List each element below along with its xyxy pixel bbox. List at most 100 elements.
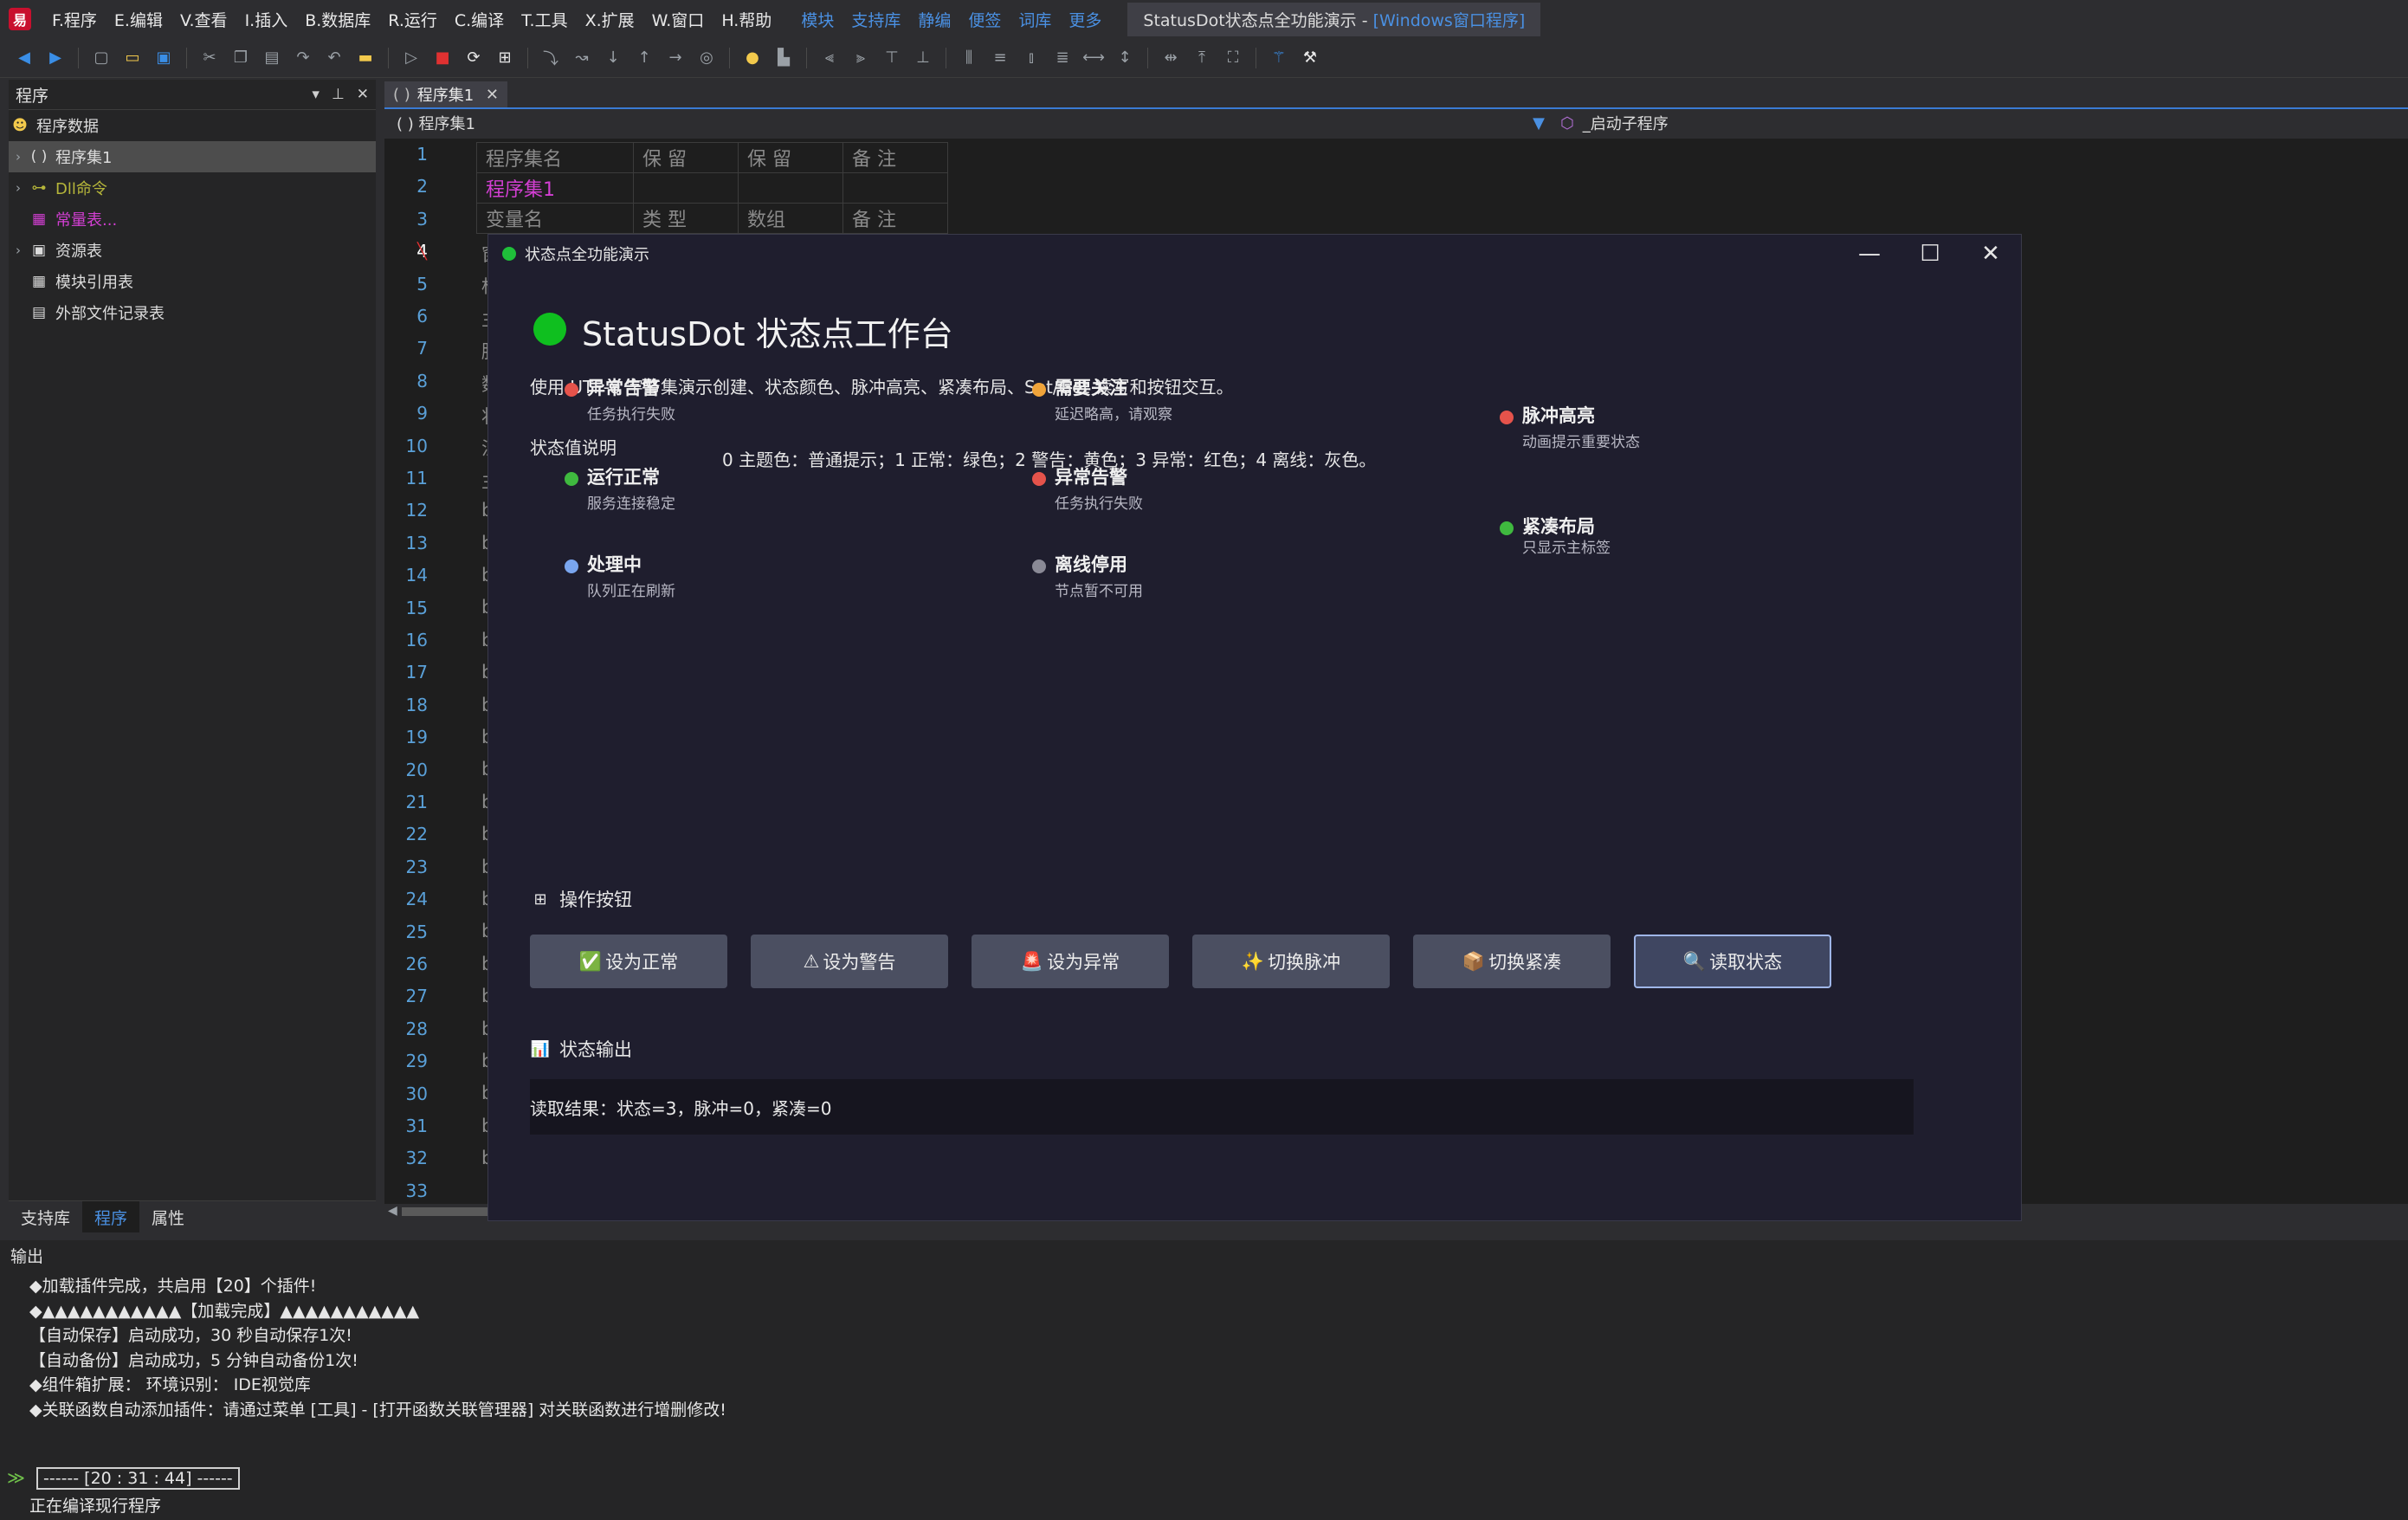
bookmark-icon[interactable]: ▙ (773, 48, 794, 68)
redo-icon[interactable]: ↷ (293, 48, 313, 68)
class-table-cell[interactable]: 数组 (738, 203, 843, 234)
tab-properties[interactable]: 属性 (139, 1201, 197, 1232)
menu-program[interactable]: F.程序 (43, 8, 106, 31)
align-right-icon[interactable]: ⫸ (850, 48, 871, 68)
tree-root[interactable]: ☻ 程序数据 (9, 110, 376, 141)
class-table-row[interactable]: 程序集名保 留保 留备 注 (476, 142, 948, 173)
align-left-icon[interactable]: ⫷ (819, 48, 840, 68)
chevron-right-icon[interactable]: › (9, 243, 28, 258)
link-notes[interactable]: 便签 (959, 8, 1010, 31)
set-normal-button[interactable]: ✅ 设为正常 (530, 935, 727, 988)
undo-icon[interactable]: ↶ (324, 48, 345, 68)
class-table-cell[interactable] (738, 172, 843, 204)
center-h-icon[interactable]: ⫾ (1021, 48, 1042, 68)
restart-icon[interactable]: ⟳ (463, 48, 484, 68)
center-v-icon[interactable]: ≣ (1052, 48, 1073, 68)
class-table-cell[interactable]: 备 注 (842, 203, 948, 234)
step-down-icon[interactable]: ↓ (603, 48, 623, 68)
tree-item[interactable]: ▦ 模块引用表 (9, 266, 376, 297)
close-button[interactable]: ✕ (1960, 235, 2021, 273)
menu-view[interactable]: V.查看 (171, 8, 236, 31)
pin-icon[interactable]: ⊥ (332, 86, 345, 103)
tree-item[interactable]: ▤ 外部文件记录表 (9, 297, 376, 328)
chevron-right-icon[interactable]: › (9, 149, 28, 165)
watch-icon[interactable]: ◎ (696, 48, 717, 68)
class-table-row[interactable]: 程序集1 (476, 172, 948, 204)
align-top-icon[interactable]: ⊤ (881, 48, 902, 68)
menu-insert[interactable]: I.插入 (236, 8, 297, 31)
chevron-right-icon[interactable]: › (9, 180, 28, 196)
read-status-button[interactable]: 🔍 读取状态 (1634, 935, 1831, 988)
step-into-icon[interactable]: ⤵ (540, 48, 561, 68)
dialog-titlebar[interactable]: 状态点全功能演示 — ☐ ✕ (488, 235, 2021, 273)
menu-edit[interactable]: E.编辑 (106, 8, 171, 31)
class-table-cell[interactable]: 保 留 (738, 142, 843, 173)
scroll-left-icon[interactable]: ◀ (388, 1204, 397, 1218)
maximize-button[interactable]: ☐ (1900, 235, 1960, 273)
paste-icon[interactable]: ▤ (261, 48, 282, 68)
build-icon[interactable]: ⊞ (494, 48, 515, 68)
close-icon[interactable]: ✕ (357, 86, 369, 103)
minimize-button[interactable]: — (1839, 235, 1900, 273)
run-icon[interactable]: ▷ (401, 48, 422, 68)
tab-close-icon[interactable]: ✕ (486, 86, 499, 104)
set-warning-button[interactable]: ⚠ 设为警告 (751, 935, 948, 988)
tree-item[interactable]: › ⊶ Dll命令 (9, 172, 376, 204)
new-file-icon[interactable]: ▢ (91, 48, 112, 68)
toggle-compact-button[interactable]: 📦 切换紧凑 (1413, 935, 1611, 988)
bulb-icon[interactable]: ● (742, 48, 763, 68)
menu-run[interactable]: R.运行 (379, 8, 446, 31)
link-more[interactable]: 更多 (1060, 8, 1110, 31)
tab-program[interactable]: 程序 (82, 1201, 140, 1232)
distribute-h-icon[interactable]: ⫼ (959, 48, 979, 68)
class-table-cell[interactable]: 备 注 (842, 142, 948, 173)
copy-icon[interactable]: ❐ (230, 48, 251, 68)
step-over-icon[interactable]: ↝ (571, 48, 592, 68)
wand-icon[interactable]: ⚚ (1269, 48, 1289, 68)
stop-icon[interactable]: ■ (432, 48, 453, 68)
same-size-icon[interactable]: ⛶ (1223, 48, 1243, 68)
align-bottom-icon[interactable]: ⊥ (913, 48, 933, 68)
menu-tools[interactable]: T.工具 (513, 8, 576, 31)
class-table-cell[interactable] (633, 172, 739, 204)
space-h-icon[interactable]: ⟷ (1082, 48, 1105, 68)
panel-dropdown-icon[interactable]: ▾ (312, 86, 320, 103)
set-error-button[interactable]: 🚨 设为异常 (972, 935, 1169, 988)
cut-icon[interactable]: ✂ (199, 48, 220, 68)
menu-help[interactable]: H.帮助 (713, 8, 780, 31)
class-table-cell[interactable]: 变量名 (476, 203, 634, 234)
settings-tools-icon[interactable]: ⚒ (1300, 48, 1320, 68)
distribute-v-icon[interactable]: ≡ (990, 48, 1010, 68)
tree-item[interactable]: › ▣ 资源表 (9, 235, 376, 266)
tree-item[interactable]: ›( ) 程序集1 (9, 141, 376, 172)
toggle-pulse-button[interactable]: ✨ 切换脉冲 (1192, 935, 1390, 988)
class-table-cell[interactable]: 程序集1 (476, 172, 634, 204)
tab-support-lib[interactable]: 支持库 (9, 1201, 82, 1232)
link-support-lib[interactable]: 支持库 (842, 8, 909, 31)
tree-item[interactable]: ▦ 常量表... (9, 204, 376, 235)
save-icon[interactable]: ▣ (153, 48, 174, 68)
step-up-icon[interactable]: ↑ (634, 48, 655, 68)
class-table-cell[interactable]: 类 型 (633, 203, 739, 234)
same-width-icon[interactable]: ⇹ (1160, 48, 1181, 68)
open-project-icon[interactable]: ▬ (355, 48, 376, 68)
step-out-icon[interactable]: → (665, 48, 686, 68)
link-dictionary[interactable]: 词库 (1010, 8, 1060, 31)
menu-database[interactable]: B.数据库 (296, 8, 379, 31)
menu-window[interactable]: W.窗口 (643, 8, 713, 31)
forward-icon[interactable]: ▶ (45, 48, 66, 68)
back-icon[interactable]: ◀ (14, 48, 35, 68)
class-table-row[interactable]: 变量名类 型数组备 注 (476, 203, 948, 234)
chevron-down-icon[interactable]: ▼ (1533, 114, 1552, 133)
method-selector[interactable]: ⬡ _启动子程序 (1552, 112, 1669, 134)
editor-tab[interactable]: ( ) 程序集1 ✕ (384, 81, 507, 107)
link-static-compile[interactable]: 静编 (909, 8, 959, 31)
link-module[interactable]: 模块 (792, 8, 842, 31)
open-folder-icon[interactable]: ▭ (122, 48, 143, 68)
class-table-cell[interactable] (842, 172, 948, 204)
menu-compile[interactable]: C.编译 (446, 8, 513, 31)
class-table-cell[interactable]: 程序集名 (476, 142, 634, 173)
app-logo-icon[interactable]: 易 (9, 8, 31, 30)
menu-extend[interactable]: X.扩展 (577, 8, 643, 31)
class-selector[interactable]: ( ) 程序集1 ▼ (384, 112, 1552, 134)
